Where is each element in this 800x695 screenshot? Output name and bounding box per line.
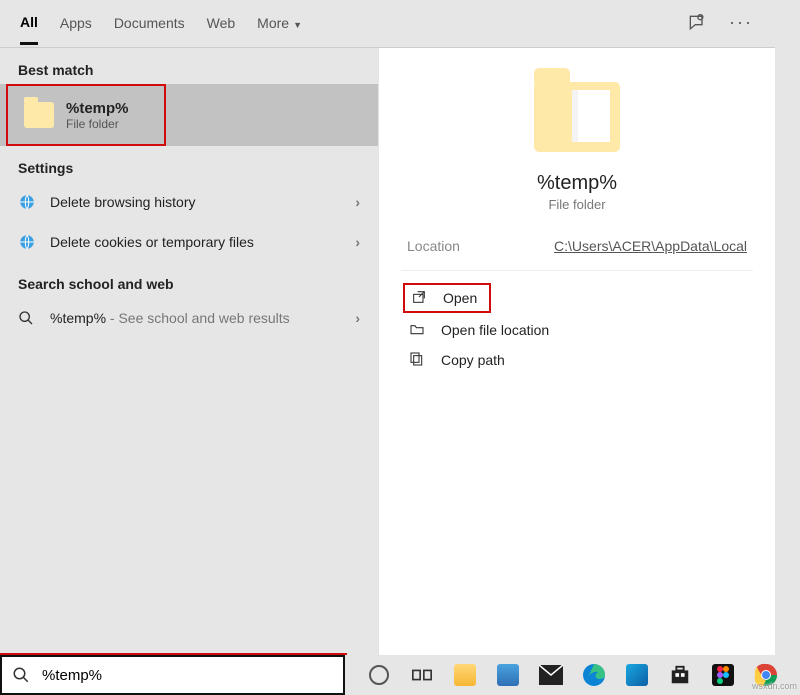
preview-panel: %temp% File folder Location C:\Users\ACE…	[378, 48, 775, 655]
tab-more[interactable]: More	[257, 15, 302, 43]
best-match-title: %temp%	[66, 100, 129, 117]
file-explorer-icon[interactable]	[453, 662, 478, 688]
section-web: Search school and web	[0, 262, 378, 298]
store-icon[interactable]	[667, 662, 692, 688]
section-settings: Settings	[0, 146, 378, 182]
action-label: Open	[443, 290, 477, 306]
best-match-row[interactable]: %temp% File folder	[0, 84, 378, 146]
search-panel: All Apps Documents Web More ··· Best mat…	[0, 0, 775, 655]
feedback-icon[interactable]	[687, 13, 707, 33]
preview-subtitle: File folder	[401, 197, 753, 212]
globe-icon	[18, 193, 38, 211]
settings-item-delete-history[interactable]: Delete browsing history ›	[0, 182, 378, 222]
web-term: %temp%	[50, 310, 106, 326]
chevron-right-icon: ›	[355, 234, 360, 250]
settings-label: Delete cookies or temporary files	[50, 234, 254, 250]
web-search-item[interactable]: %temp% - See school and web results ›	[0, 298, 378, 338]
chevron-right-icon: ›	[355, 194, 360, 210]
search-tabs: All Apps Documents Web More ···	[0, 0, 775, 48]
search-icon	[18, 310, 38, 326]
best-match-subtitle: File folder	[66, 117, 129, 131]
chevron-right-icon: ›	[355, 310, 360, 326]
action-open[interactable]: Open	[403, 283, 491, 313]
tab-apps[interactable]: Apps	[60, 15, 92, 43]
photos-icon[interactable]	[624, 662, 649, 688]
search-input[interactable]	[40, 666, 333, 685]
location-value[interactable]: C:\Users\ACER\AppData\Local	[554, 238, 747, 254]
action-label: Open file location	[441, 322, 549, 338]
tab-all[interactable]: All	[20, 14, 38, 45]
section-best-match: Best match	[0, 48, 378, 84]
globe-icon	[18, 233, 38, 251]
action-copy-path[interactable]: Copy path	[403, 345, 751, 375]
watermark: wsxdn.com	[752, 681, 797, 691]
folder-icon	[534, 82, 620, 152]
notepad-icon[interactable]	[496, 662, 521, 688]
search-box[interactable]	[0, 655, 345, 695]
settings-label: Delete browsing history	[50, 194, 196, 210]
action-label: Copy path	[441, 352, 505, 368]
tab-documents[interactable]: Documents	[114, 15, 185, 43]
search-icon	[12, 666, 30, 684]
edge-icon[interactable]	[582, 662, 607, 688]
results-list: Best match %temp% File folder Settings D…	[0, 48, 378, 655]
tab-web[interactable]: Web	[207, 15, 236, 43]
task-view-icon[interactable]	[410, 662, 435, 688]
mail-icon[interactable]	[539, 662, 564, 688]
preview-title: %temp%	[401, 172, 753, 195]
copy-icon	[409, 351, 427, 369]
folder-icon	[24, 102, 54, 128]
open-icon	[411, 289, 429, 307]
more-icon[interactable]: ···	[729, 12, 753, 33]
cortana-icon[interactable]	[367, 662, 392, 688]
taskbar	[345, 655, 800, 695]
action-open-location[interactable]: Open file location	[403, 315, 751, 345]
web-suffix: - See school and web results	[106, 310, 290, 326]
settings-item-delete-cookies[interactable]: Delete cookies or temporary files ›	[0, 222, 378, 262]
figma-icon[interactable]	[710, 662, 735, 688]
location-label: Location	[407, 238, 460, 254]
preview-actions: Open Open file location Copy path	[401, 271, 753, 385]
folder-open-icon	[409, 321, 427, 339]
